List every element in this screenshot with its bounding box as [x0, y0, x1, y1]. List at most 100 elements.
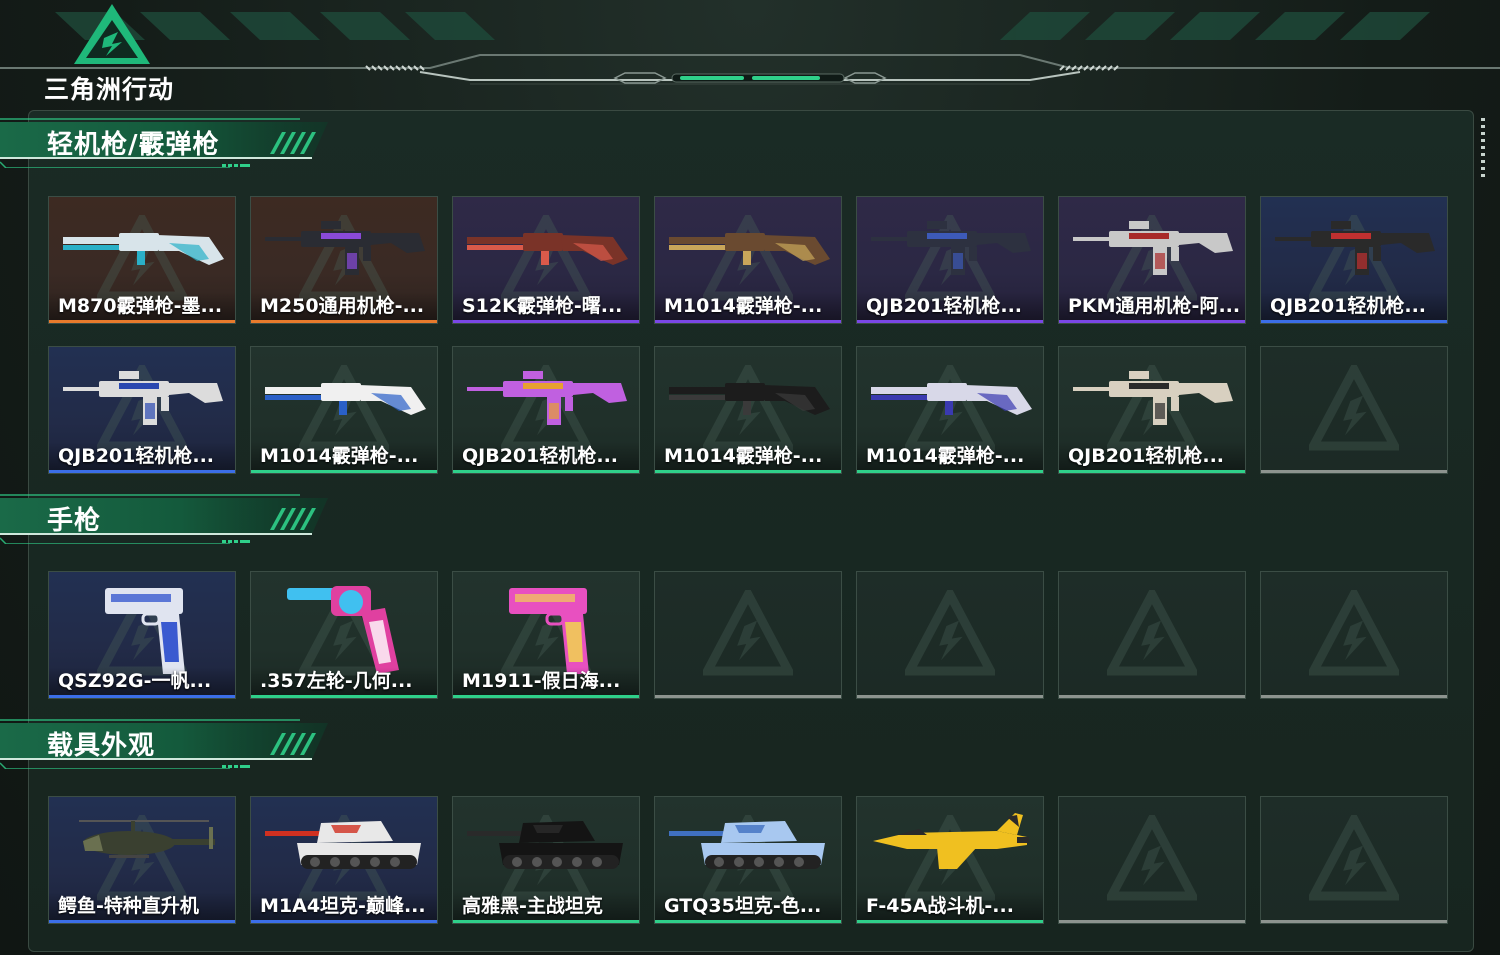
item-card[interactable]: M1014霰弹枪-...: [654, 196, 842, 324]
item-name: M870霰弹枪-墨...: [49, 292, 235, 320]
rarity-bar: [1059, 470, 1245, 473]
rarity-bar: [1059, 320, 1245, 323]
section-title: 手枪: [47, 506, 102, 536]
rarity-bar: [1059, 920, 1245, 923]
item-card[interactable]: M1911-假日海...: [452, 571, 640, 699]
machine-gun-icon: [467, 371, 627, 425]
item-card[interactable]: M870霰弹枪-墨...: [48, 196, 236, 324]
item-name: .357左轮-几何...: [251, 667, 437, 695]
rarity-bar: [453, 920, 639, 923]
rarity-bar: [49, 695, 235, 698]
empty-item-slot[interactable]: [654, 571, 842, 699]
empty-slot-logo-icon: [1309, 365, 1399, 451]
item-card[interactable]: PKM通用机枪-阿...: [1058, 196, 1246, 324]
empty-slot-logo-icon: [1309, 815, 1399, 901]
rarity-bar: [1261, 920, 1447, 923]
item-name: GTQ35坦克-色...: [655, 892, 841, 920]
item-name: 高雅黑-主战坦克: [453, 892, 639, 920]
item-card[interactable]: QJB201轻机枪...: [452, 346, 640, 474]
item-name: QSZ92G-一帆...: [49, 667, 235, 695]
item-name: PKM通用机枪-阿...: [1059, 292, 1245, 320]
item-name: S12K霰弹枪-曙...: [453, 292, 639, 320]
item-name: QJB201轻机枪...: [49, 442, 235, 470]
item-card[interactable]: QSZ92G-一帆...: [48, 571, 236, 699]
rarity-bar: [1261, 320, 1447, 323]
item-name: M1014霰弹枪-...: [655, 442, 841, 470]
helicopter-icon: [79, 820, 215, 858]
section-header: 轻机枪/霰弹枪: [0, 118, 340, 168]
item-card[interactable]: QJB201轻机枪...: [48, 346, 236, 474]
item-card[interactable]: QJB201轻机枪...: [1058, 346, 1246, 474]
tank-icon: [467, 821, 623, 869]
rarity-bar: [655, 470, 841, 473]
shotgun-icon: [265, 383, 426, 415]
empty-slot-logo-icon: [1107, 590, 1197, 676]
item-name: M1014霰弹枪-...: [251, 442, 437, 470]
rarity-bar: [1059, 695, 1245, 698]
shotgun-icon: [63, 233, 224, 265]
item-card[interactable]: M250通用机枪-...: [250, 196, 438, 324]
rarity-bar: [1261, 695, 1447, 698]
empty-item-slot[interactable]: [1260, 346, 1448, 474]
item-card[interactable]: S12K霰弹枪-曙...: [452, 196, 640, 324]
rarity-bar: [251, 920, 437, 923]
rarity-bar: [857, 320, 1043, 323]
rarity-bar: [251, 470, 437, 473]
empty-item-slot[interactable]: [856, 571, 1044, 699]
item-card[interactable]: GTQ35坦克-色...: [654, 796, 842, 924]
item-card[interactable]: QJB201轻机枪...: [856, 196, 1044, 324]
item-name: M1A4坦克-巅峰...: [251, 892, 437, 920]
section-title: 轻机枪/霰弹枪: [47, 130, 220, 160]
rarity-bar: [655, 320, 841, 323]
machine-gun-icon: [1275, 221, 1435, 275]
item-card[interactable]: M1014霰弹枪-...: [250, 346, 438, 474]
item-card[interactable]: M1014霰弹枪-...: [856, 346, 1044, 474]
empty-item-slot[interactable]: [1058, 796, 1246, 924]
item-name: F-45A战斗机-...: [857, 892, 1043, 920]
fighter-jet-icon: [873, 813, 1029, 869]
rarity-bar: [857, 470, 1043, 473]
item-name: QJB201轻机枪...: [857, 292, 1043, 320]
empty-slot-logo-icon: [1309, 590, 1399, 676]
rarity-bar: [453, 320, 639, 323]
item-card[interactable]: M1A4坦克-巅峰...: [250, 796, 438, 924]
rarity-bar: [857, 920, 1043, 923]
shotgun-icon: [669, 383, 830, 415]
item-card[interactable]: F-45A战斗机-...: [856, 796, 1044, 924]
machine-gun-icon: [265, 221, 425, 275]
empty-slot-logo-icon: [703, 590, 793, 676]
scrollbar[interactable]: [1481, 118, 1485, 180]
section-header: 载具外观: [0, 719, 340, 769]
item-name: M1014霰弹枪-...: [857, 442, 1043, 470]
item-name: QJB201轻机枪...: [1261, 292, 1447, 320]
item-card[interactable]: M1014霰弹枪-...: [654, 346, 842, 474]
item-card[interactable]: 高雅黑-主战坦克: [452, 796, 640, 924]
item-name: M1911-假日海...: [453, 667, 639, 695]
empty-slot-logo-icon: [905, 590, 995, 676]
item-name: M1014霰弹枪-...: [655, 292, 841, 320]
rarity-bar: [251, 320, 437, 323]
shotgun-icon: [467, 233, 628, 265]
tank-icon: [265, 821, 421, 869]
header-bar: 三角洲行动: [0, 0, 1500, 105]
header-decoration: [0, 12, 1500, 85]
item-card[interactable]: .357左轮-几何...: [250, 571, 438, 699]
empty-item-slot[interactable]: [1058, 571, 1246, 699]
empty-item-slot[interactable]: [1260, 571, 1448, 699]
item-name: 鳄鱼-特种直升机: [49, 892, 235, 920]
logo-text: 三角洲行动: [44, 75, 175, 104]
rarity-bar: [453, 470, 639, 473]
item-card[interactable]: QJB201轻机枪...: [1260, 196, 1448, 324]
rarity-bar: [857, 695, 1043, 698]
rarity-bar: [655, 920, 841, 923]
rarity-bar: [49, 470, 235, 473]
rarity-bar: [453, 695, 639, 698]
rarity-bar: [251, 695, 437, 698]
item-name: M250通用机枪-...: [251, 292, 437, 320]
item-name: QJB201轻机枪...: [1059, 442, 1245, 470]
item-card[interactable]: 鳄鱼-特种直升机: [48, 796, 236, 924]
empty-item-slot[interactable]: [1260, 796, 1448, 924]
triangle-logo-icon: [74, 4, 150, 64]
section-header: 手枪: [0, 494, 340, 544]
rarity-bar: [49, 320, 235, 323]
